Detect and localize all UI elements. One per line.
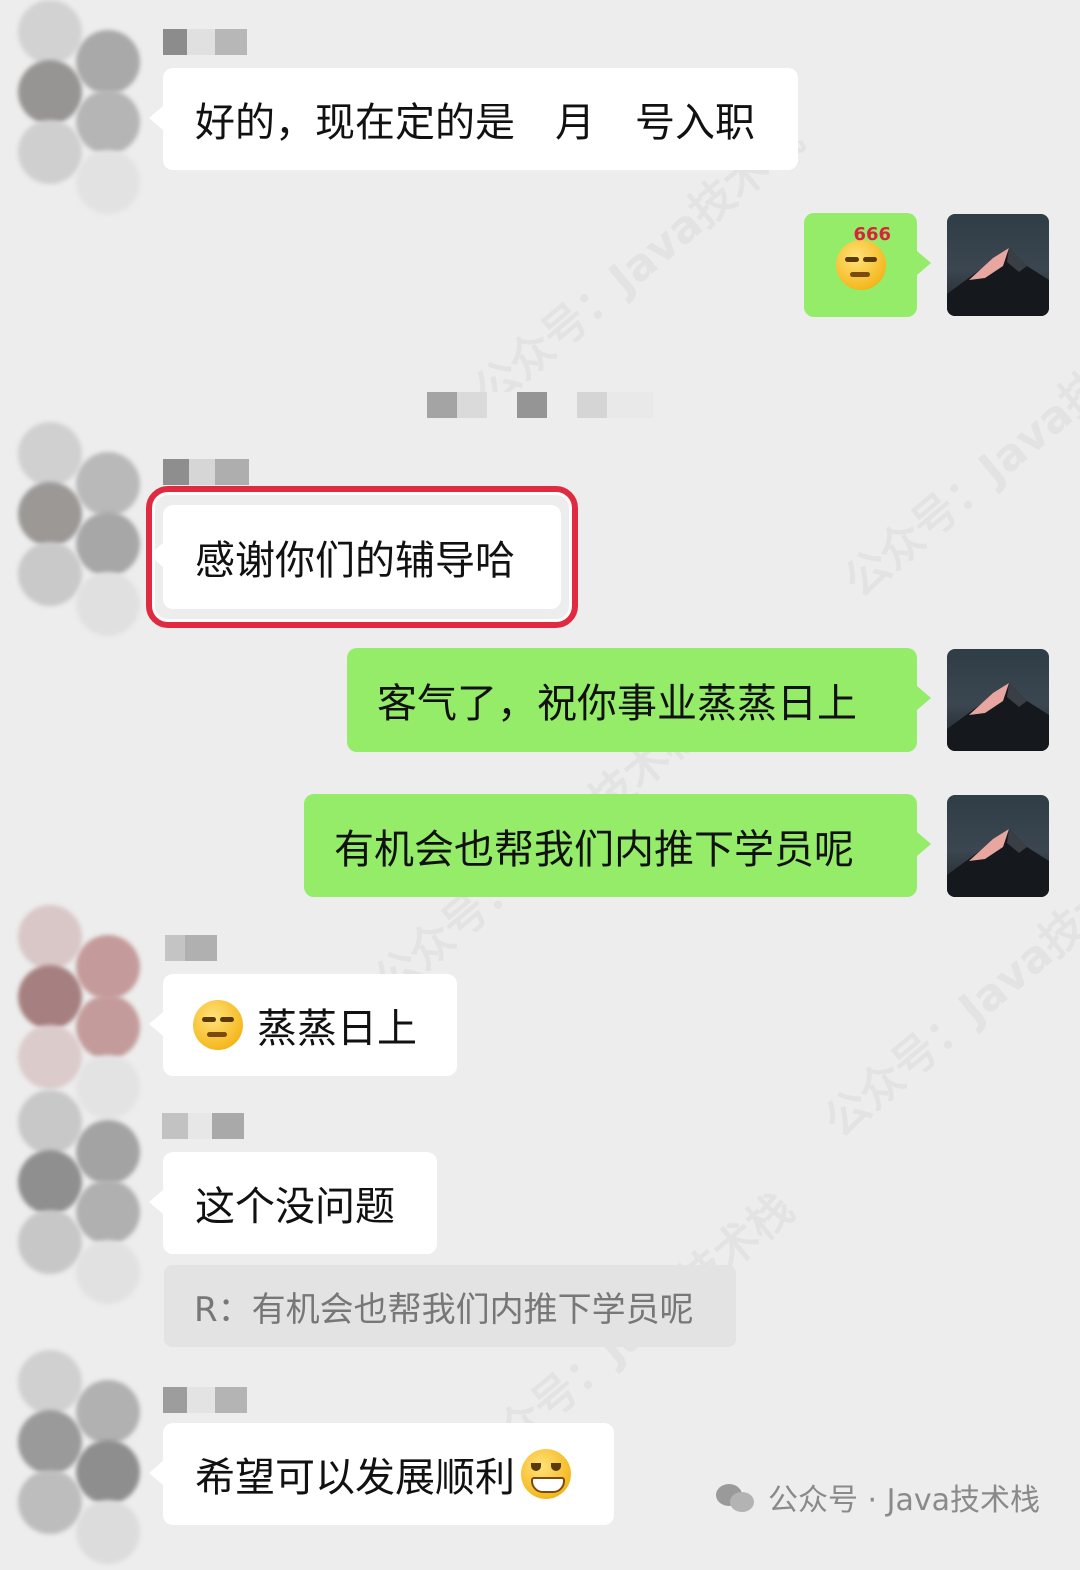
mountain-icon <box>947 683 1049 751</box>
message-bubble[interactable]: 好的，现在定的是 月 号入职 <box>149 68 798 170</box>
sender-name <box>165 933 217 963</box>
message-bubble[interactable]: 有机会也帮我们内推下学员呢 <box>304 794 931 897</box>
message-bubble[interactable]: 客气了，祝你事业蒸蒸日上 <box>347 648 931 752</box>
sender-avatar[interactable] <box>18 0 140 250</box>
sender-avatar[interactable] <box>18 1320 140 1570</box>
message-text: 客气了，祝你事业蒸蒸日上 <box>377 681 857 727</box>
sender-name <box>163 457 249 487</box>
message-text: 有机会也帮我们内推下学员呢 <box>334 826 854 873</box>
quoted-reply[interactable]: R：有机会也帮我们内推下学员呢 <box>164 1265 736 1347</box>
my-avatar[interactable] <box>947 795 1049 897</box>
smug-face-icon <box>835 240 886 290</box>
sender-name <box>163 27 247 57</box>
footer-brand: 公众号 · Java技术栈 <box>716 1475 1040 1519</box>
watermark: 公众号：Java技术栈 <box>834 303 1080 608</box>
my-avatar[interactable] <box>947 649 1049 751</box>
sender-name <box>162 1111 244 1141</box>
sticker-bubble[interactable]: 666 <box>804 213 931 317</box>
sender-name <box>163 1385 247 1415</box>
footer-brand-text: 公众号 · Java技术栈 <box>768 1483 1040 1518</box>
mountain-icon <box>947 829 1049 897</box>
message-text: 希望可以发展顺利 <box>195 1455 515 1501</box>
message-text: 蒸蒸日上 <box>257 1006 417 1052</box>
timestamp-divider <box>427 390 653 420</box>
message-bubble[interactable]: 蒸蒸日上 <box>149 974 457 1076</box>
message-bubble[interactable]: 这个没问题 <box>149 1152 437 1254</box>
quoted-text: R：有机会也帮我们内推下学员呢 <box>194 1289 694 1330</box>
wechat-icon <box>716 1480 756 1514</box>
message-bubble[interactable]: 希望可以发展顺利 <box>149 1423 614 1525</box>
my-avatar[interactable] <box>947 214 1049 316</box>
message-text: 好的，现在定的是 月 号入职 <box>195 100 755 146</box>
sender-avatar[interactable] <box>18 392 140 642</box>
highlight-box <box>146 486 578 628</box>
sender-avatar[interactable] <box>18 1060 140 1310</box>
smug-face-icon <box>193 1000 243 1050</box>
mountain-icon <box>947 248 1049 316</box>
grinning-face-icon <box>521 1449 571 1499</box>
message-text: 这个没问题 <box>195 1184 395 1230</box>
sticker-label: 666 <box>853 224 892 245</box>
